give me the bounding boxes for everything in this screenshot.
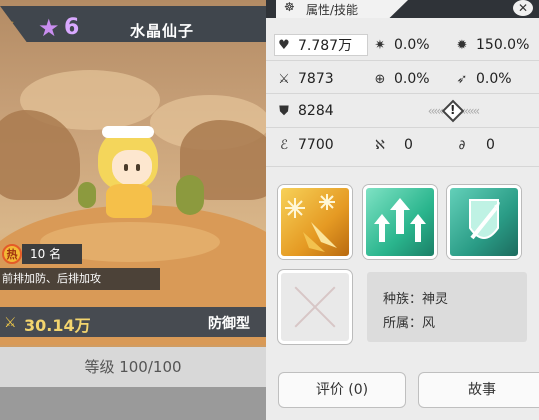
dodge-value: 0.0%	[476, 71, 512, 87]
dodge-stat: ➶ 0.0%	[454, 69, 512, 89]
hp-value: 7.787万	[298, 38, 353, 54]
attributes-panel: ☸ 属性/技能 ✕ ♥ 7.787万 ✷ 0.0% ✹ 150.0% ⚔ 787…	[266, 0, 539, 420]
shield-icon: ⛊	[279, 103, 289, 119]
skill-empty-slot[interactable]	[278, 270, 352, 344]
hero-name: 水晶仙子	[130, 22, 195, 40]
stat-b-value: 0	[486, 137, 495, 153]
burst-icon: ✹	[456, 37, 468, 53]
divider	[266, 60, 539, 61]
heart-icon: ♥	[278, 37, 290, 53]
skill-ice-slot[interactable]	[278, 185, 352, 259]
panel-header: ☸ 属性/技能 ✕	[266, 0, 539, 18]
crit-value: 0.0%	[394, 37, 430, 53]
atk-value: 7873	[298, 71, 334, 87]
hot-icon: 热	[2, 244, 22, 264]
role-description: 前排加防、后排加攻	[0, 268, 160, 290]
stat-a-icon: ℵ	[375, 137, 385, 153]
stat-b: ∂ 0	[454, 135, 495, 155]
star-count: 6	[64, 15, 80, 40]
crit-dmg-value: 150.0%	[476, 37, 530, 53]
divider	[266, 127, 539, 128]
shield-sword-icon	[469, 199, 500, 240]
hero-face	[112, 150, 152, 186]
accuracy-stat: ⊕ 0.0%	[372, 69, 430, 89]
stat-a: ℵ 0	[372, 135, 413, 155]
sword-icon: ⚔	[278, 71, 290, 87]
hero-dress	[106, 184, 152, 218]
hero-type: 防御型	[208, 316, 250, 332]
star-icon: ★	[38, 14, 60, 42]
hero-info-box: 种族：神灵 所属：风	[367, 272, 527, 342]
swords-icon: ⚔	[4, 315, 17, 331]
skill-shield-slot[interactable]	[447, 185, 521, 259]
stat-b-icon: ∂	[458, 137, 466, 153]
power-row: ⚔ 30.14万 防御型	[0, 307, 266, 337]
crit-icon: ✷	[374, 37, 386, 53]
tab-label: 属性/技能	[306, 3, 359, 17]
crosshair-icon: ⊕	[374, 71, 386, 87]
race-label: 种族：神灵	[383, 292, 449, 307]
close-icon[interactable]: ✕	[513, 0, 533, 16]
dodge-icon: ➶	[456, 71, 468, 87]
tab-attributes-skills[interactable]: ☸ 属性/技能	[276, 0, 408, 18]
speed-stat: ℰ 7700	[276, 135, 334, 155]
stat-a-value: 0	[404, 137, 413, 153]
snowflake-icon	[285, 194, 337, 252]
scene-footer	[0, 387, 266, 420]
power-value: 30.14万	[24, 316, 91, 335]
hero-title-bar: ★ 6 水晶仙子	[0, 6, 266, 42]
wing-icon	[0, 20, 14, 36]
def-value: 8284	[298, 103, 334, 119]
hot-rank: 10 名	[22, 244, 82, 264]
speed-icon: ℰ	[280, 137, 288, 153]
crit-dmg-stat: ✹ 150.0%	[454, 35, 530, 55]
warning-mark: !	[450, 103, 456, 117]
def-stat: ⛊ 8284	[276, 101, 334, 121]
accuracy-value: 0.0%	[394, 71, 430, 87]
skill-buff-slot[interactable]	[363, 185, 437, 259]
character-scene: ★ 6 水晶仙子 热 10 名 前排加防、后排加攻 ⚔ 30.14万 防御型 等…	[0, 0, 266, 420]
arrows-up-icon	[374, 198, 426, 242]
divider	[266, 93, 539, 94]
cactus	[176, 175, 204, 215]
atk-stat: ⚔ 7873	[276, 69, 334, 89]
eye	[136, 164, 140, 171]
speed-value: 7700	[298, 137, 334, 153]
hp-stat: ♥ 7.787万	[276, 35, 352, 55]
attributes-tab-icon: ☸	[284, 0, 295, 14]
divider	[266, 166, 539, 167]
story-button[interactable]: 故事	[418, 372, 539, 408]
eye	[124, 164, 128, 171]
level-label: 等级 100/100	[0, 347, 266, 387]
flower-crown	[102, 126, 154, 138]
crit-stat: ✷ 0.0%	[372, 35, 430, 55]
hero-sprite[interactable]	[92, 126, 166, 220]
element-label: 所属：风	[383, 316, 436, 331]
review-button[interactable]: 评价 (0)	[278, 372, 406, 408]
